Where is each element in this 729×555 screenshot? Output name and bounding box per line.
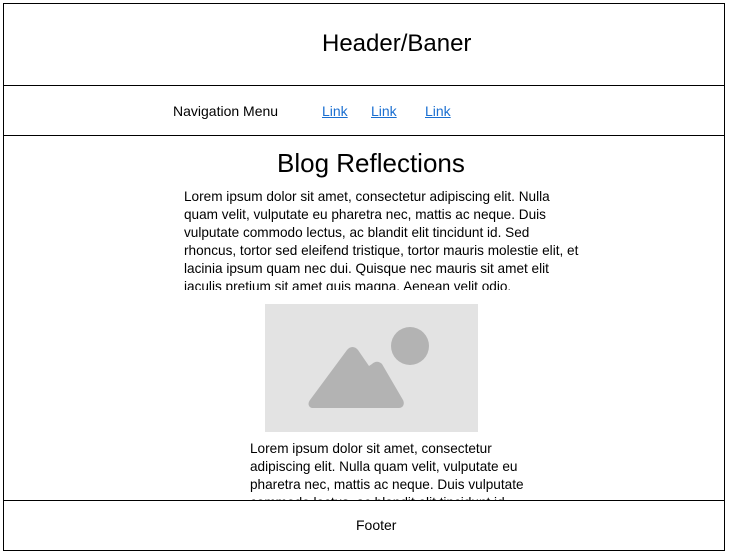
footer-text: Footer bbox=[356, 517, 397, 533]
image-placeholder bbox=[265, 304, 478, 432]
navigation-menu: Navigation Menu Link Link Link bbox=[4, 86, 724, 136]
blog-paragraph-1: Lorem ipsum dolor sit amet, consectetur … bbox=[184, 189, 579, 290]
footer: Footer bbox=[4, 500, 724, 550]
navigation-menu-label: Navigation Menu bbox=[173, 103, 279, 119]
image-placeholder-icon bbox=[308, 327, 429, 408]
blog-title: Blog Reflections bbox=[277, 148, 465, 178]
nav-link-2[interactable]: Link bbox=[371, 103, 397, 119]
nav-link-3[interactable]: Link bbox=[425, 103, 451, 119]
header-title: Header/Baner bbox=[322, 30, 472, 57]
blog-paragraph-2: Lorem ipsum dolor sit amet, consectetur … bbox=[250, 441, 524, 500]
page-frame: Header/Baner Navigation Menu Link Link L… bbox=[3, 3, 725, 551]
nav-link-1[interactable]: Link bbox=[322, 103, 348, 119]
header-banner: Header/Baner bbox=[4, 4, 724, 86]
